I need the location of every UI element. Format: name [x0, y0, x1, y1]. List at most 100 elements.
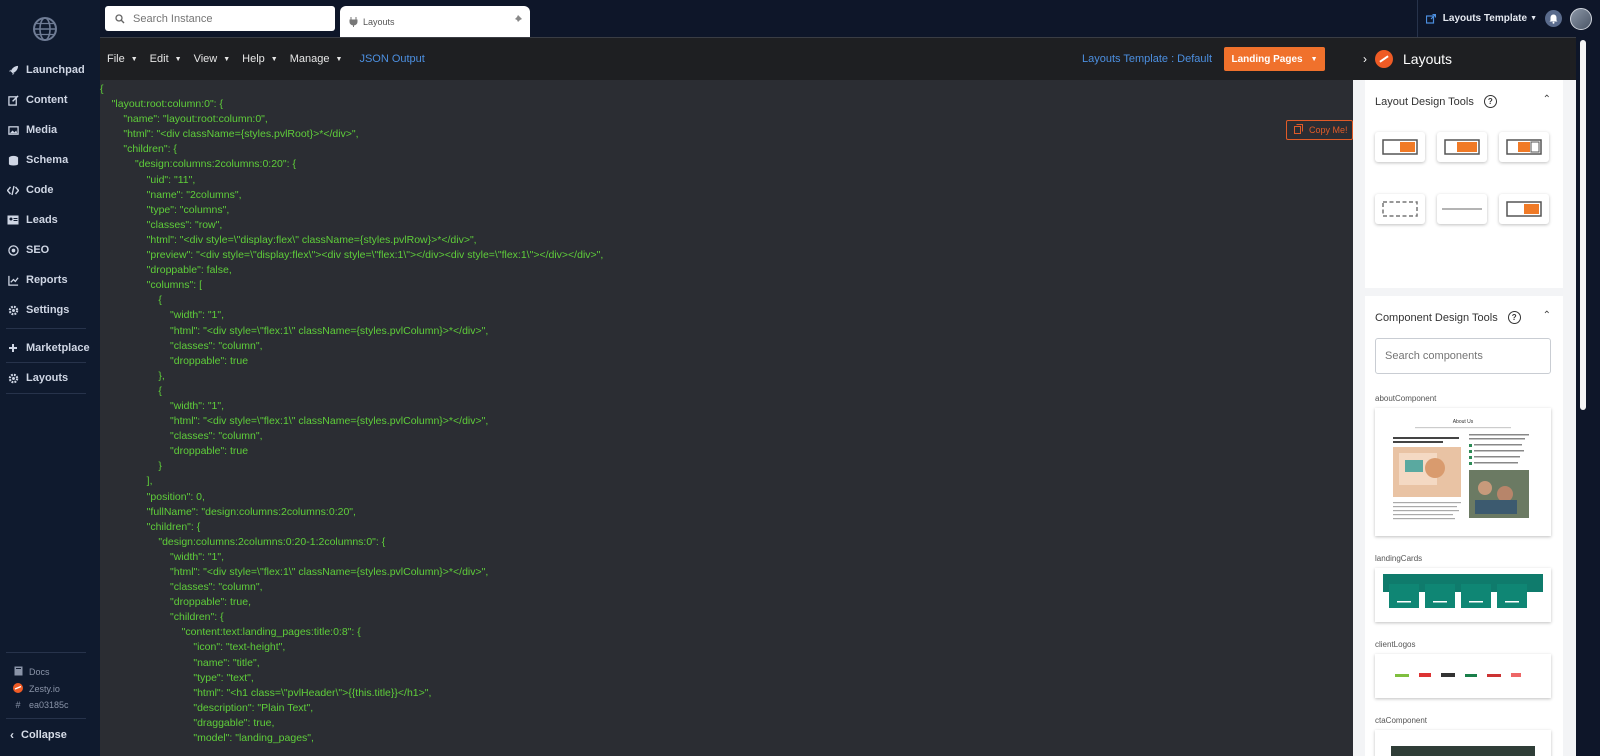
- target-icon: [7, 244, 19, 256]
- component-preview-client-logos[interactable]: [1375, 654, 1551, 698]
- sidebar-item-marketplace[interactable]: Marketplace: [7, 336, 90, 360]
- component-search-input[interactable]: [1375, 338, 1551, 374]
- sidebar-item-label: Layouts: [26, 372, 69, 384]
- chart-icon: [7, 274, 19, 286]
- tool-wide-right[interactable]: [1437, 132, 1487, 162]
- chevron-right-icon[interactable]: ›: [1363, 52, 1367, 66]
- component-preview-landing-cards[interactable]: [1375, 568, 1551, 622]
- copy-button[interactable]: Copy Me!: [1286, 120, 1353, 140]
- scrollbar-thumb[interactable]: [1580, 40, 1586, 410]
- avatar[interactable]: [1570, 7, 1592, 30]
- pin-icon[interactable]: [513, 15, 522, 26]
- code-line: "draggable": true,: [100, 716, 275, 729]
- menu-file[interactable]: File ▼: [107, 53, 138, 65]
- chevron-up-icon[interactable]: ⌃: [1543, 310, 1551, 321]
- panel-title: Layouts: [1403, 51, 1453, 67]
- zesty-link[interactable]: Zesty.io: [13, 683, 60, 695]
- menu-edit[interactable]: Edit ▼: [150, 53, 182, 65]
- layouts-template-menu[interactable]: Layouts Template ▼: [1418, 13, 1545, 24]
- code-line: ],: [100, 475, 153, 488]
- sidebar-item-schema[interactable]: Schema: [7, 148, 68, 172]
- tool-three-column[interactable]: [1499, 132, 1549, 162]
- sidebar-item-launchpad[interactable]: Launchpad: [7, 58, 85, 82]
- database-icon: [7, 154, 19, 166]
- help-icon[interactable]: ?: [1483, 95, 1497, 108]
- template-link-label: Layouts Template: [1442, 13, 1528, 24]
- code-line: "name": "layout:root:column:0",: [100, 113, 268, 126]
- layout-tools-header[interactable]: Layout Design Tools ?: [1375, 95, 1497, 108]
- sidebar-item-leads[interactable]: Leads: [7, 208, 58, 232]
- sidebar-item-layouts[interactable]: Layouts: [7, 366, 68, 390]
- code-line: "classes": "column",: [100, 339, 263, 352]
- two-column-icon: [1506, 201, 1542, 217]
- copy-label: Copy Me!: [1309, 125, 1348, 135]
- page-scrollbar[interactable]: [1578, 37, 1588, 437]
- code-line: "droppable": true: [100, 354, 249, 367]
- sidebar-item-media[interactable]: Media: [7, 118, 57, 142]
- menu-view[interactable]: View ▼: [194, 53, 231, 65]
- caret-down-icon: ▼: [1530, 15, 1537, 22]
- tool-container[interactable]: [1375, 194, 1425, 224]
- about-component-preview-image: About Us: [1375, 408, 1551, 536]
- tab-label: Layouts: [363, 16, 395, 27]
- tool-split-right-alt[interactable]: [1499, 194, 1549, 224]
- help-icon[interactable]: ?: [1507, 311, 1521, 324]
- code-line: "columns": [: [100, 279, 202, 292]
- layouts-panel-header: › Layouts: [1353, 38, 1576, 80]
- component-preview-cta[interactable]: [1375, 730, 1551, 756]
- section-title: Component Design Tools: [1375, 311, 1498, 324]
- docs-link[interactable]: Docs: [13, 666, 50, 678]
- top-bar: Layouts Layouts Template ▼: [100, 0, 1600, 37]
- docs-label: Docs: [29, 667, 50, 677]
- sidebar-item-code[interactable]: Code: [7, 178, 54, 202]
- gear-icon: [7, 304, 19, 316]
- top-right-controls: Layouts Template ▼: [1416, 0, 1600, 37]
- component-preview-about[interactable]: About Us: [1375, 408, 1551, 536]
- code-line: "width": "1",: [100, 550, 225, 563]
- json-output-link[interactable]: JSON Output: [359, 53, 424, 65]
- sidebar-item-content[interactable]: Content: [7, 88, 68, 112]
- code-line: "children": {: [100, 143, 177, 156]
- code-line: "children": {: [100, 520, 201, 533]
- zesty-logo-icon: [13, 683, 23, 695]
- landing-pages-button[interactable]: Landing Pages ▼: [1224, 47, 1325, 71]
- code-line: "html": "<h1 class=\"pvlHeader\">{{this.…: [100, 686, 432, 699]
- menu-label: Manage: [289, 53, 330, 65]
- json-code-view[interactable]: { "layout:root:column:0": { "name": "lay…: [100, 80, 1353, 756]
- caret-down-icon: ▼: [270, 55, 278, 63]
- two-column-icon: [1382, 139, 1418, 155]
- landing-cards-preview-image: [1375, 568, 1551, 622]
- globe-icon[interactable]: [32, 16, 58, 42]
- code-line: "html": "<div style=\"display:flex\" cla…: [100, 233, 477, 246]
- component-tools-header[interactable]: Component Design Tools ?: [1375, 311, 1521, 324]
- collapse-button[interactable]: ‹ Collapse: [10, 728, 67, 742]
- tool-split-right[interactable]: [1375, 132, 1425, 162]
- code-line: "droppable": false,: [100, 264, 232, 277]
- chevron-left-icon: ‹: [10, 728, 14, 742]
- sidebar-item-label: Schema: [26, 154, 69, 166]
- sidebar-item-label: Marketplace: [26, 342, 90, 354]
- code-line: "design:columns:2columns:0:20-1:2columns…: [100, 535, 386, 548]
- component-design-tools-card: Component Design Tools ? ⌃ aboutComponen…: [1365, 296, 1563, 756]
- sidebar-item-label: Leads: [26, 214, 58, 226]
- sidebar-item-label: Media: [26, 124, 58, 136]
- sidebar-item-seo[interactable]: SEO: [7, 238, 49, 262]
- search-input[interactable]: [133, 12, 323, 25]
- menu-help[interactable]: Help ▼: [242, 53, 278, 65]
- hash-icon: #: [15, 700, 21, 710]
- sidebar-item-settings[interactable]: Settings: [7, 298, 69, 322]
- menu-manage[interactable]: Manage ▼: [290, 53, 343, 65]
- app-root: Launchpad Content Media Schema Code Lead…: [0, 0, 1600, 756]
- zesty-label: Zesty.io: [29, 684, 60, 694]
- template-label[interactable]: Layouts Template : Default: [1082, 53, 1212, 65]
- sidebar-item-label: Reports: [26, 274, 68, 286]
- tool-divider[interactable]: [1437, 194, 1487, 224]
- instance-search[interactable]: [105, 6, 335, 31]
- sidebar-item-reports[interactable]: Reports: [7, 268, 68, 292]
- code-line: }: [100, 460, 162, 473]
- chevron-up-icon[interactable]: ⌃: [1543, 94, 1551, 105]
- bell-icon[interactable]: [1545, 10, 1562, 27]
- code-line: "classes": "column",: [100, 430, 263, 443]
- sidebar-item-label: Settings: [26, 304, 70, 316]
- tab-layouts[interactable]: Layouts: [340, 6, 530, 37]
